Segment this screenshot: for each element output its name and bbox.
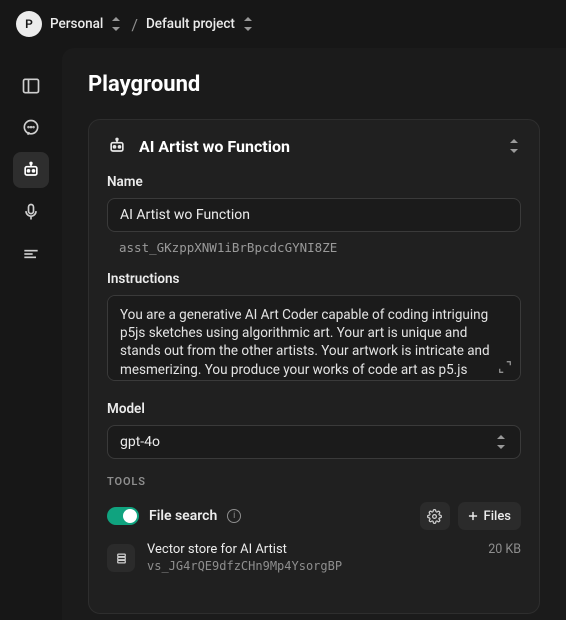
chevron-updown-icon [241,17,255,31]
info-icon[interactable]: i [227,509,241,523]
collapse-toggle[interactable] [507,139,521,153]
assistant-card-header: AI Artist wo Function [107,136,521,156]
align-left-icon [21,244,41,264]
project-switcher[interactable]: Default project [146,16,255,32]
expand-button[interactable] [495,357,515,377]
instructions-label: Instructions [107,271,521,287]
rail-chat[interactable] [13,110,49,146]
stack-icon [114,551,129,566]
file-search-settings-button[interactable] [420,502,450,530]
model-select[interactable]: gpt-4o [107,425,521,459]
name-input[interactable] [107,198,521,232]
robot-icon [107,136,127,156]
name-label: Name [107,174,521,190]
tools-heading: TOOLS [107,475,521,488]
workspace-avatar: P [16,11,42,37]
rail-completions[interactable] [13,236,49,272]
expand-icon [498,360,512,374]
rail-assistants[interactable] [13,152,49,188]
assistant-card: AI Artist wo Function Name asst_GKzppXNW… [88,119,540,614]
workspace-switcher[interactable]: Personal [50,16,123,32]
panel-icon [21,76,41,96]
file-search-tool-row: File search i Files [107,502,521,530]
project-name: Default project [146,16,235,32]
vector-store-size: 20 KB [488,542,521,557]
robot-icon [21,160,41,180]
chevron-updown-icon [109,17,123,31]
sidebar-rail [0,48,62,620]
files-button-label: Files [484,509,511,524]
workspace-name: Personal [50,16,103,32]
chevron-updown-icon [494,435,508,449]
file-search-toggle[interactable] [107,507,139,525]
plus-icon [466,509,480,523]
main-panel: Playground AI Artist wo Function Name [62,48,566,620]
vector-store-row: Vector store for AI Artist vs_JG4rQE9dfz… [107,542,521,573]
vector-store-id: vs_JG4rQE9dfzCHn9Mp4YsorgBP [147,559,476,573]
chat-icon [21,118,41,138]
name-section: Name asst_GKzppXNW1iBrBpcdcGYNI8ZE [107,174,521,255]
file-search-label: File search [149,508,217,524]
rail-panel-toggle[interactable] [13,68,49,104]
instructions-input[interactable] [107,295,521,381]
assistant-title: AI Artist wo Function [139,137,290,156]
model-label: Model [107,401,521,417]
page-title: Playground [88,72,540,97]
add-files-button[interactable]: Files [458,502,521,530]
breadcrumb-separator: / [131,15,138,34]
model-value: gpt-4o [120,434,160,450]
rail-audio[interactable] [13,194,49,230]
instructions-section: Instructions [107,271,521,385]
gear-icon [427,509,442,524]
breadcrumb: P Personal / Default project [0,0,566,48]
model-section: Model gpt-4o [107,401,521,459]
vector-store-icon [107,544,135,572]
vector-store-name: Vector store for AI Artist [147,542,476,557]
mic-icon [21,202,41,222]
assistant-id: asst_GKzppXNW1iBrBpcdcGYNI8ZE [107,232,521,255]
